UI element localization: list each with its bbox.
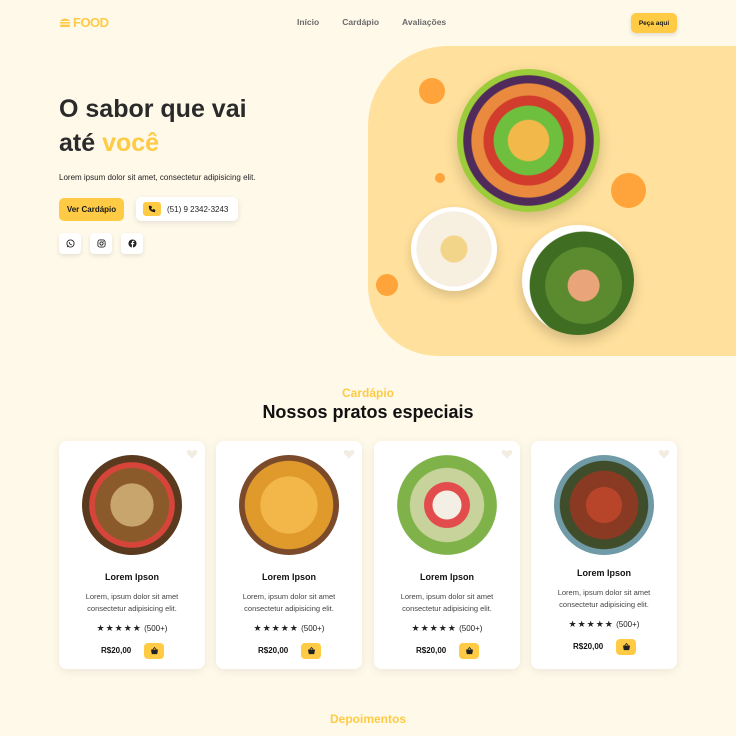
dish-price: R$20,00 (101, 646, 132, 655)
burger-logo-icon (60, 18, 70, 27)
dish-price: R$20,00 (416, 646, 447, 655)
dish-description: Lorem, ipsum dolor sit amet consectetur … (85, 592, 179, 613)
dish-card[interactable]: Lorem Ipson Lorem, ipsum dolor sit amet … (216, 441, 362, 669)
dish-card[interactable]: Lorem Ipson Lorem, ipsum dolor sit amet … (374, 441, 520, 669)
social-links (59, 233, 143, 254)
decorative-dot (419, 78, 445, 104)
order-button[interactable]: Peça aqui (631, 13, 677, 33)
menu-section-subtitle: Cardápio (341, 386, 394, 400)
hero-dish-salad-image (457, 69, 600, 212)
rating-count: (500+) (459, 624, 483, 633)
logo-text: FOOD (73, 15, 109, 30)
dish-rating: ★★★★★ (500+) (531, 619, 677, 630)
hero-dish-ceviche-image (411, 207, 497, 291)
view-menu-button[interactable]: Ver Cardápio (59, 198, 124, 221)
rating-count: (500+) (616, 620, 640, 629)
hero-title-line1: O sabor que vai (59, 95, 247, 123)
hero-title-prefix: até (59, 129, 103, 157)
basket-icon (150, 647, 158, 655)
instagram-icon[interactable] (90, 233, 112, 254)
heart-icon[interactable] (501, 448, 513, 460)
dish-rating: ★★★★★ (500+) (374, 623, 520, 634)
dish-price: R$20,00 (258, 646, 289, 655)
dish-card[interactable]: Lorem Ipson Lorem, ipsum dolor sit amet … (59, 441, 205, 669)
nav-item-inicio[interactable]: Início (297, 17, 319, 27)
dish-image (239, 455, 339, 555)
decorative-dot (435, 173, 445, 183)
dish-description: Lorem, ipsum dolor sit amet consectetur … (242, 592, 336, 613)
dish-rating: ★★★★★ (500+) (59, 623, 205, 634)
dish-rating: ★★★★★ (500+) (216, 623, 362, 634)
dish-price: R$20,00 (573, 642, 604, 651)
heart-icon[interactable] (186, 448, 198, 460)
heart-icon[interactable] (343, 448, 355, 460)
phone-number: (51) 9 2342-3243 (167, 204, 229, 214)
basket-icon (465, 647, 473, 655)
testimonials-section-subtitle: Depoimentos (329, 712, 406, 726)
decorative-dot (376, 274, 398, 296)
phone-icon (143, 202, 161, 216)
header: FOOD Início Cardápio Avaliações Peça aqu… (0, 0, 736, 46)
add-to-cart-button[interactable] (144, 643, 164, 659)
facebook-icon[interactable] (121, 233, 143, 254)
decorative-dot (611, 173, 646, 208)
add-to-cart-button[interactable] (616, 639, 636, 655)
dish-name: Lorem Ipson (261, 572, 316, 582)
dish-image (82, 455, 182, 555)
add-to-cart-button[interactable] (301, 643, 321, 659)
main-nav: Início Cardápio Avaliações (297, 17, 446, 27)
dish-description: Lorem, ipsum dolor sit amet consectetur … (557, 588, 651, 609)
hero-dish-fish-image (522, 225, 634, 335)
heart-icon[interactable] (658, 448, 670, 460)
logo[interactable]: FOOD (59, 15, 109, 30)
stars-icon: ★★★★★ (411, 623, 457, 633)
basket-icon (307, 647, 315, 655)
dish-description: Lorem, ipsum dolor sit amet consectetur … (400, 592, 494, 613)
phone-button[interactable]: (51) 9 2342-3243 (136, 197, 238, 221)
whatsapp-icon[interactable] (59, 233, 81, 254)
dish-image (554, 455, 654, 555)
hero-title: O sabor que vai até você (59, 92, 247, 160)
dish-name: Lorem Ipson (576, 568, 631, 578)
stars-icon: ★★★★★ (568, 619, 614, 629)
stars-icon: ★★★★★ (96, 623, 142, 633)
basket-icon (622, 643, 630, 651)
hero-description: Lorem ipsum dolor sit amet, consectetur … (59, 173, 256, 182)
dish-name: Lorem Ipson (104, 572, 159, 582)
dish-card[interactable]: Lorem Ipson Lorem, ipsum dolor sit amet … (531, 441, 677, 669)
stars-icon: ★★★★★ (253, 623, 299, 633)
nav-item-cardapio[interactable]: Cardápio (342, 17, 379, 27)
nav-item-avaliacoes[interactable]: Avaliações (402, 17, 446, 27)
rating-count: (500+) (301, 624, 325, 633)
dish-image (397, 455, 497, 555)
hero-title-accent: você (102, 129, 160, 157)
add-to-cart-button[interactable] (459, 643, 479, 659)
dish-name: Lorem Ipson (419, 572, 474, 582)
menu-section-title: Nossos pratos especiais (262, 402, 474, 422)
rating-count: (500+) (144, 624, 168, 633)
